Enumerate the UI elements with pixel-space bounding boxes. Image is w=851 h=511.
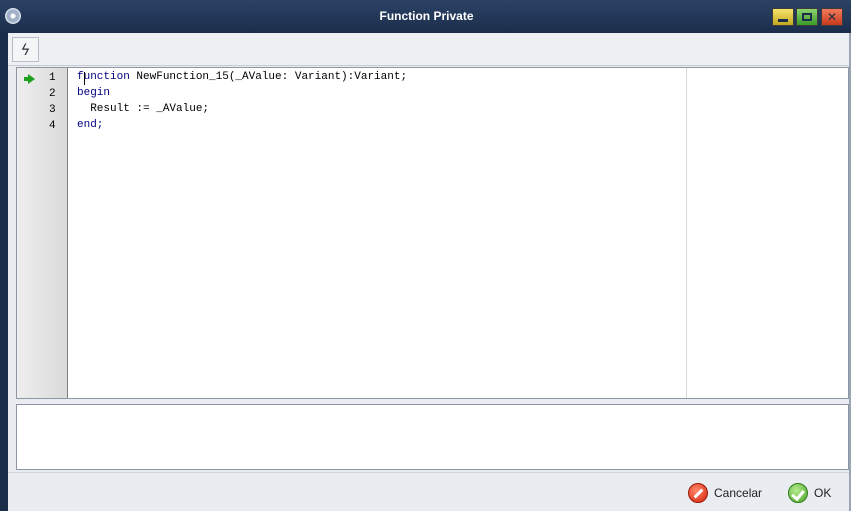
close-button[interactable]: ✕ <box>821 8 843 26</box>
gutter-line: 1 <box>17 71 67 87</box>
compile-button[interactable]: ϟ <box>12 37 39 62</box>
cancel-label: Cancelar <box>714 486 763 500</box>
ok-label: OK <box>814 486 832 500</box>
code-line[interactable]: begin <box>77 87 110 103</box>
line-number: 2 <box>49 88 56 100</box>
code-editor[interactable]: 1 2 3 4 function NewFunction_15(_AValue:… <box>16 67 849 399</box>
gutter-line: 3 <box>17 103 67 119</box>
minimize-icon <box>778 18 788 22</box>
cancel-button[interactable]: Cancelar <box>688 481 762 505</box>
maximize-button[interactable] <box>796 8 818 26</box>
right-margin-line <box>686 68 687 398</box>
code-line[interactable]: Result := _AValue; <box>77 103 209 119</box>
gutter-line: 2 <box>17 87 67 103</box>
message-pane[interactable] <box>16 404 849 470</box>
code-line[interactable]: end; <box>77 119 103 135</box>
dialog-footer: Cancelar OK <box>8 472 849 511</box>
close-icon: ✕ <box>826 10 838 24</box>
line-number-gutter: 1 2 3 4 <box>17 68 68 398</box>
code-text-area[interactable]: function NewFunction_15(_AValue: Variant… <box>69 68 679 398</box>
text-cursor <box>84 72 85 85</box>
gutter-line: 4 <box>17 119 67 135</box>
title-bar[interactable]: Function Private ✕ <box>0 0 851 33</box>
maximize-icon <box>802 13 812 21</box>
line-number: 1 <box>49 72 56 84</box>
ok-button[interactable]: OK <box>788 481 831 505</box>
cancel-icon <box>688 483 708 503</box>
window-title: Function Private <box>379 9 474 23</box>
toolbar: ϟ <box>8 33 849 66</box>
checkmark-icon <box>788 483 808 503</box>
code-keyword: begin <box>77 87 111 99</box>
line-number: 3 <box>49 104 56 116</box>
code-text: NewFunction_15(_AValue: Variant):Variant… <box>129 71 408 83</box>
function-editor-window: Function Private ✕ ϟ 1 2 3 4 function Ne… <box>0 0 851 511</box>
code-text: Result := _AValue; <box>77 103 210 115</box>
minimize-button[interactable] <box>772 8 794 26</box>
lightning-icon: ϟ <box>20 40 31 59</box>
code-keyword: end; <box>77 119 104 131</box>
code-line[interactable]: function NewFunction_15(_AValue: Variant… <box>77 71 407 87</box>
line-number: 4 <box>49 120 56 132</box>
current-line-arrow-icon <box>24 74 35 84</box>
